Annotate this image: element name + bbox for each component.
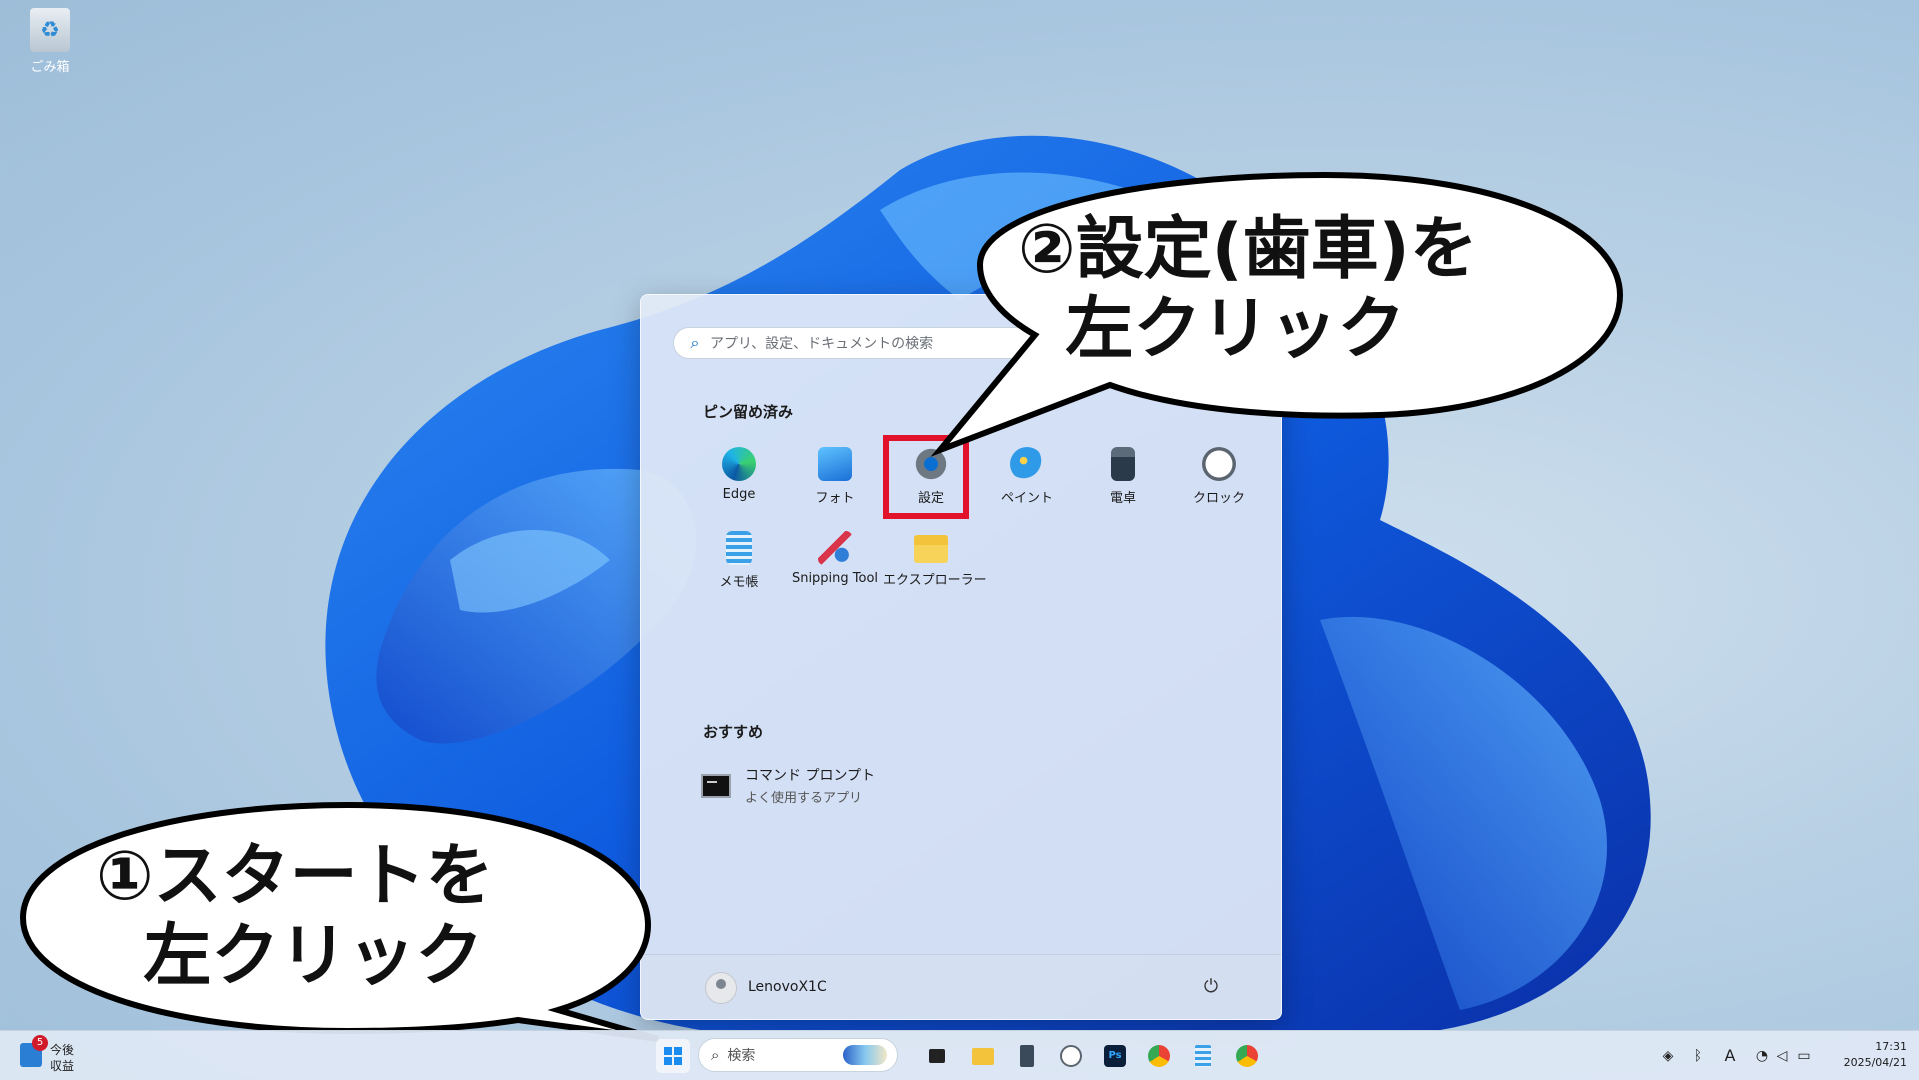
pinned-app-label: 設定: [917, 491, 944, 506]
search-icon: ⌕: [711, 1046, 720, 1064]
pinned-app-label: フォト: [815, 491, 855, 506]
taskbar-clock-button[interactable]: [1054, 1039, 1088, 1073]
edge-icon: [722, 447, 756, 481]
recommended-item-subtitle: よく使用するアプリ: [745, 791, 863, 806]
callout-start: ①スタートを 左クリック: [18, 795, 659, 1045]
search-icon: ⌕: [690, 333, 700, 352]
calculator-icon: [1020, 1045, 1034, 1067]
pinned-app-notepad[interactable]: メモ帳: [691, 525, 787, 597]
pinned-app-label: エクスプローラー: [883, 573, 987, 588]
news-line1: 今後: [50, 1043, 75, 1057]
user-name[interactable]: LenovoX1C: [748, 979, 827, 995]
pinned-app-paint[interactable]: ペイント: [979, 441, 1075, 513]
pinned-app-label: ペイント: [1000, 491, 1053, 506]
recycle-bin-icon: ♻: [30, 8, 70, 52]
pinned-app-explorer[interactable]: エクスプローラー: [883, 525, 987, 597]
power-icon[interactable]: ⏻: [1197, 973, 1225, 1001]
callout-settings: ②設定(歯車)を 左クリック: [930, 170, 1630, 457]
calculator-icon: [1111, 447, 1135, 481]
paint-icon: [1010, 447, 1044, 481]
photoshop-icon: Ps: [1104, 1045, 1126, 1067]
pinned-app-label: クロック: [1192, 491, 1245, 506]
folder-icon: [914, 535, 948, 563]
pinned-app-snipping-tool[interactable]: Snipping Tool: [787, 525, 883, 597]
pinned-app-label: Edge: [722, 487, 756, 502]
taskbar-notepad-button[interactable]: [1186, 1039, 1220, 1073]
taskbar-search[interactable]: ⌕ 検索: [698, 1038, 898, 1072]
pinned-app-label: メモ帳: [719, 575, 759, 590]
recycle-bin-desktop-icon[interactable]: ♻ ごみ箱: [22, 8, 78, 75]
volume-icon[interactable]: ◁: [1773, 1047, 1791, 1065]
taskbar-search-label: 検索: [727, 1048, 756, 1064]
avatar[interactable]: [705, 972, 737, 1004]
photos-icon: [818, 447, 852, 481]
pinned-app-photos[interactable]: フォト: [787, 441, 883, 513]
taskbar-chrome-button[interactable]: [1230, 1039, 1264, 1073]
wifi-icon[interactable]: ◔: [1753, 1047, 1771, 1065]
recycle-bin-label: ごみ箱: [30, 60, 70, 75]
battery-icon[interactable]: ▭: [1795, 1047, 1813, 1065]
taskbar-chrome-profile-button[interactable]: [1142, 1039, 1176, 1073]
taskbar-explorer-button[interactable]: [966, 1039, 1000, 1073]
pinned-app-label: 電卓: [1109, 491, 1136, 506]
recommended-section-title: おすすめ: [703, 723, 764, 741]
recommended-item-name: コマンド プロンプト: [745, 768, 876, 784]
callout-start-text: ①スタートを 左クリック: [96, 837, 494, 996]
start-menu-footer: LenovoX1C ⏻: [641, 954, 1281, 1019]
notepad-icon: [726, 531, 752, 565]
start-button[interactable]: [656, 1039, 690, 1073]
pinned-section-title: ピン留め済み: [703, 403, 794, 421]
windows-logo-icon: [664, 1047, 682, 1065]
system-tray: ◈ ᛒ A ◔ ◁ ▭ 17:31 2025/04/21: [1659, 1031, 1919, 1080]
pinned-app-clock[interactable]: クロック: [1171, 441, 1267, 513]
clock-icon: [1202, 447, 1236, 481]
pinned-app-settings[interactable]: 設定: [883, 441, 979, 513]
search-highlight-icon: [843, 1045, 887, 1065]
pinned-app-edge[interactable]: Edge: [691, 441, 787, 513]
news-badge: 5: [32, 1035, 48, 1051]
recommended-item-command-prompt[interactable]: コマンド プロンプト よく使用するアプリ: [701, 765, 875, 806]
news-line2: 収益: [50, 1059, 75, 1073]
pinned-app-calculator[interactable]: 電卓: [1075, 441, 1171, 513]
clock-time: 17:31: [1875, 1040, 1907, 1053]
task-view-button[interactable]: [920, 1039, 954, 1073]
taskbar-photoshop-button[interactable]: Ps: [1098, 1039, 1132, 1073]
clock-icon: [1060, 1045, 1082, 1067]
notepad-icon: [1195, 1045, 1211, 1067]
callout-settings-text: ②設定(歯車)を 左クリック: [1018, 210, 1478, 369]
snipping-tool-icon: [818, 531, 852, 565]
chrome-icon: [1236, 1045, 1258, 1067]
bluetooth-icon[interactable]: ᛒ: [1689, 1047, 1707, 1065]
start-search-placeholder: アプリ、設定、ドキュメントの検索: [710, 336, 934, 352]
folder-icon: [972, 1048, 994, 1065]
command-prompt-icon: [701, 773, 731, 798]
taskbar: 5 今後 収益 ⌕ 検索 Ps ◈ ᛒ A ◔ ◁ ▭ 17:31 2025/0…: [0, 1030, 1919, 1080]
security-icon[interactable]: ◈: [1659, 1047, 1677, 1065]
taskbar-calculator-button[interactable]: [1010, 1039, 1044, 1073]
taskbar-clock[interactable]: 17:31 2025/04/21: [1844, 1039, 1907, 1071]
chrome-icon: [1148, 1045, 1170, 1067]
ime-indicator[interactable]: A: [1721, 1047, 1739, 1065]
clock-date: 2025/04/21: [1843, 1056, 1907, 1069]
pinned-app-label: Snipping Tool: [791, 571, 879, 586]
task-view-icon: [929, 1049, 945, 1063]
